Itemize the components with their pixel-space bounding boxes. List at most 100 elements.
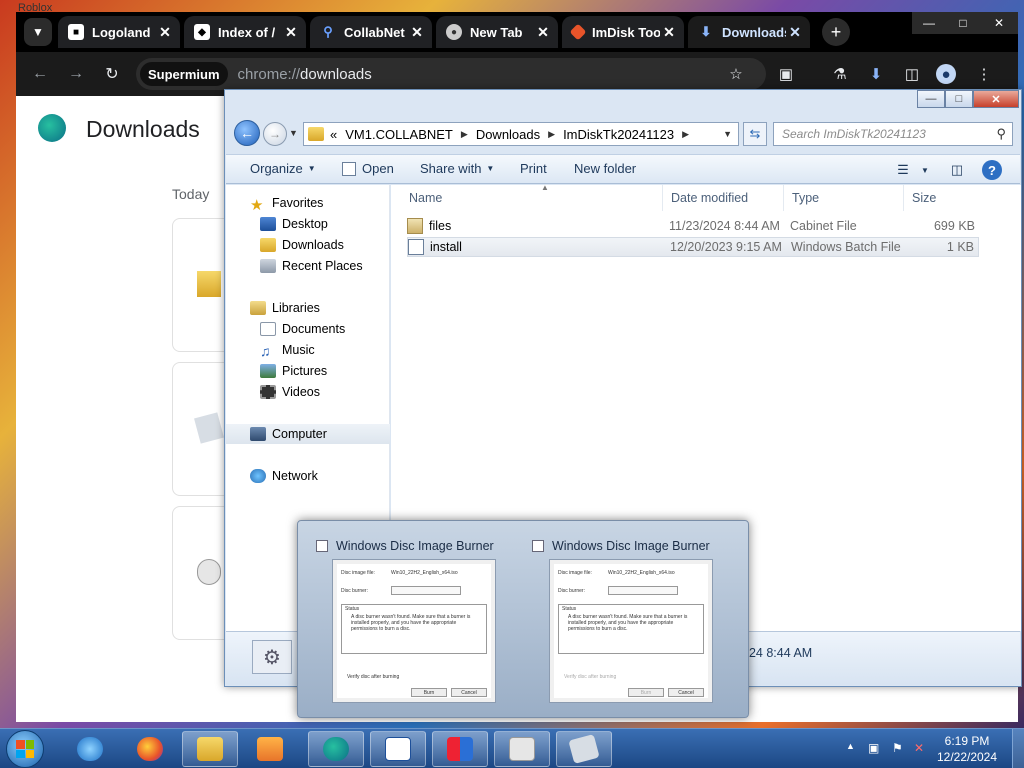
close-icon[interactable]: ✕ xyxy=(282,24,300,41)
taskbar-explorer[interactable] xyxy=(182,731,238,767)
chevron-down-icon[interactable]: ▼ xyxy=(723,129,732,139)
tray-network-icon[interactable]: ▣ xyxy=(868,741,879,755)
tab-index-of[interactable]: ◆ Index of / ✕ xyxy=(184,16,306,48)
breadcrumb-overflow[interactable]: « xyxy=(330,127,337,142)
profile-avatar-icon[interactable]: ● xyxy=(936,64,956,84)
forward-arrow-icon[interactable]: → xyxy=(263,122,287,146)
download-item[interactable] xyxy=(172,362,232,496)
thumbnail-title[interactable]: Windows Disc Image Burner xyxy=(532,539,710,553)
explorer-address-bar[interactable]: « VM1.COLLABNET ▶ Downloads ▶ ImDiskTk20… xyxy=(303,122,739,146)
search-input[interactable]: Search ImDiskTk20241123 ⚲ xyxy=(773,122,1013,146)
new-tab-button[interactable]: + xyxy=(822,18,850,46)
profile-chip[interactable]: Supermium xyxy=(140,62,228,86)
file-row[interactable]: files 11/23/2024 8:44 AM Cabinet File 69… xyxy=(407,216,979,236)
chevron-right-icon[interactable]: ▶ xyxy=(461,129,468,140)
file-row[interactable]: install 12/20/2023 9:15 AM Windows Batch… xyxy=(407,237,979,257)
download-icon: ⬇ xyxy=(700,24,712,39)
burner-dropdown xyxy=(608,586,678,595)
explorer-close-button[interactable]: ✕ xyxy=(973,90,1019,108)
chevron-down-icon[interactable]: ▼ xyxy=(914,160,936,180)
nav-documents[interactable]: Documents xyxy=(226,319,390,339)
reload-icon[interactable]: ↻ xyxy=(100,62,124,86)
share-with-button[interactable]: Share with ▼ xyxy=(420,161,494,176)
recent-pages-dropdown[interactable]: ▼ xyxy=(289,128,298,138)
nav-recent-places[interactable]: Recent Places xyxy=(226,256,390,276)
thumbnail-title[interactable]: Windows Disc Image Burner xyxy=(316,539,494,553)
breadcrumb-vm1[interactable]: VM1.COLLABNET xyxy=(345,127,453,142)
help-icon[interactable]: ? xyxy=(982,160,1002,180)
download-icon[interactable]: ⬇ xyxy=(866,64,886,84)
start-button[interactable] xyxy=(6,730,44,768)
menu-kebab-icon[interactable]: ⋮ xyxy=(974,64,994,84)
nav-videos[interactable]: Videos xyxy=(226,382,390,402)
open-button[interactable]: Open xyxy=(342,161,394,176)
minimize-button[interactable]: — xyxy=(912,12,946,34)
star-icon[interactable]: ☆ xyxy=(726,64,746,84)
taskbar-firefox[interactable] xyxy=(122,731,178,767)
close-icon[interactable]: ✕ xyxy=(660,24,678,41)
taskbar-internet-explorer[interactable] xyxy=(62,731,118,767)
column-header-type[interactable]: Type xyxy=(784,185,904,211)
nav-network[interactable]: Network xyxy=(226,466,390,486)
explorer-maximize-button[interactable]: □ xyxy=(945,90,973,108)
column-header-date[interactable]: Date modified xyxy=(663,185,784,211)
nav-computer[interactable]: Computer xyxy=(226,424,390,444)
nav-favorites[interactable]: ★ Favorites xyxy=(226,193,390,214)
nav-pictures[interactable]: Pictures xyxy=(226,361,390,381)
column-header-size[interactable]: Size xyxy=(904,185,984,211)
taskbar-media-player[interactable] xyxy=(242,731,298,767)
taskbar-roblox[interactable] xyxy=(556,731,612,767)
forward-arrow-icon[interactable]: → xyxy=(64,62,88,86)
close-icon[interactable]: ✕ xyxy=(156,24,174,41)
tab-search-button[interactable]: ▼ xyxy=(24,18,52,46)
close-button[interactable]: ✕ xyxy=(980,12,1018,34)
download-item[interactable] xyxy=(172,218,232,352)
download-item[interactable] xyxy=(172,506,232,640)
nav-music[interactable]: ♫ Music xyxy=(226,340,390,360)
show-desktop-button[interactable] xyxy=(1012,729,1024,768)
thumbnail-window[interactable]: Disc image file: Win10_22H2_English_x64.… xyxy=(332,559,496,703)
sidepanel-icon[interactable]: ◫ xyxy=(902,64,922,84)
column-header-name[interactable]: Name ▲ xyxy=(401,183,663,211)
new-folder-button[interactable]: New folder xyxy=(574,161,636,176)
organize-button[interactable]: Organize ▼ xyxy=(250,161,316,176)
extensions-icon[interactable]: ▣ xyxy=(776,64,796,84)
taskbar-supermium[interactable] xyxy=(308,731,364,767)
preview-pane-icon[interactable]: ◫ xyxy=(946,160,968,180)
tab-downloads[interactable]: ⬇ Downloads ✕ xyxy=(688,16,810,48)
breadcrumb-imdisktk[interactable]: ImDiskTk20241123 xyxy=(563,127,674,142)
back-arrow-icon[interactable]: ← xyxy=(234,120,260,146)
taskbar-notepad[interactable] xyxy=(370,731,426,767)
address-bar[interactable]: Supermium chrome://downloads xyxy=(136,58,766,90)
tab-new-tab[interactable]: ● New Tab ✕ xyxy=(436,16,558,48)
search-icon: ⚲ xyxy=(996,126,1006,141)
tray-flag-icon[interactable]: ⚑ xyxy=(892,741,903,755)
taskbar-clock[interactable]: 6:19 PM 12/22/2024 xyxy=(930,733,1004,765)
thumbnail-window[interactable]: Disc image file: Win10_22H2_English_x64.… xyxy=(549,559,713,703)
print-button[interactable]: Print xyxy=(520,161,547,176)
tray-volume-muted-icon[interactable]: ✕ xyxy=(914,741,924,755)
index-icon: ◆ xyxy=(194,24,210,40)
nav-libraries[interactable]: Libraries xyxy=(226,298,390,318)
taskbar-disc-burner[interactable] xyxy=(494,731,550,767)
nav-downloads[interactable]: Downloads xyxy=(226,235,390,255)
back-arrow-icon[interactable]: ← xyxy=(28,62,52,86)
view-options-icon[interactable]: ☰ xyxy=(892,160,914,180)
chevron-right-icon[interactable]: ▶ xyxy=(682,129,689,140)
nav-desktop[interactable]: Desktop xyxy=(226,214,390,234)
tab-imdisk[interactable]: ImDisk Toolkit ✕ xyxy=(562,16,684,48)
maximize-button[interactable]: □ xyxy=(946,12,980,34)
tab-collabnet[interactable]: ⚲ CollabNet ✕ xyxy=(310,16,432,48)
tray-chevron-up-icon[interactable]: ▲ xyxy=(846,741,855,751)
explorer-minimize-button[interactable]: — xyxy=(917,90,945,108)
close-icon[interactable]: ✕ xyxy=(786,24,804,41)
taskbar-control-panel[interactable] xyxy=(432,731,488,767)
flask-icon[interactable]: ⚗ xyxy=(830,64,850,84)
breadcrumb-downloads[interactable]: Downloads xyxy=(476,127,540,142)
tab-logoland[interactable]: ■ Logoland ✕ xyxy=(58,16,180,48)
refresh-icon[interactable]: ⇆ xyxy=(743,122,767,146)
chevron-right-icon[interactable]: ▶ xyxy=(548,129,555,140)
close-icon[interactable]: ✕ xyxy=(408,24,426,41)
close-icon[interactable]: ✕ xyxy=(534,24,552,41)
disc-burner-icon xyxy=(532,540,544,552)
